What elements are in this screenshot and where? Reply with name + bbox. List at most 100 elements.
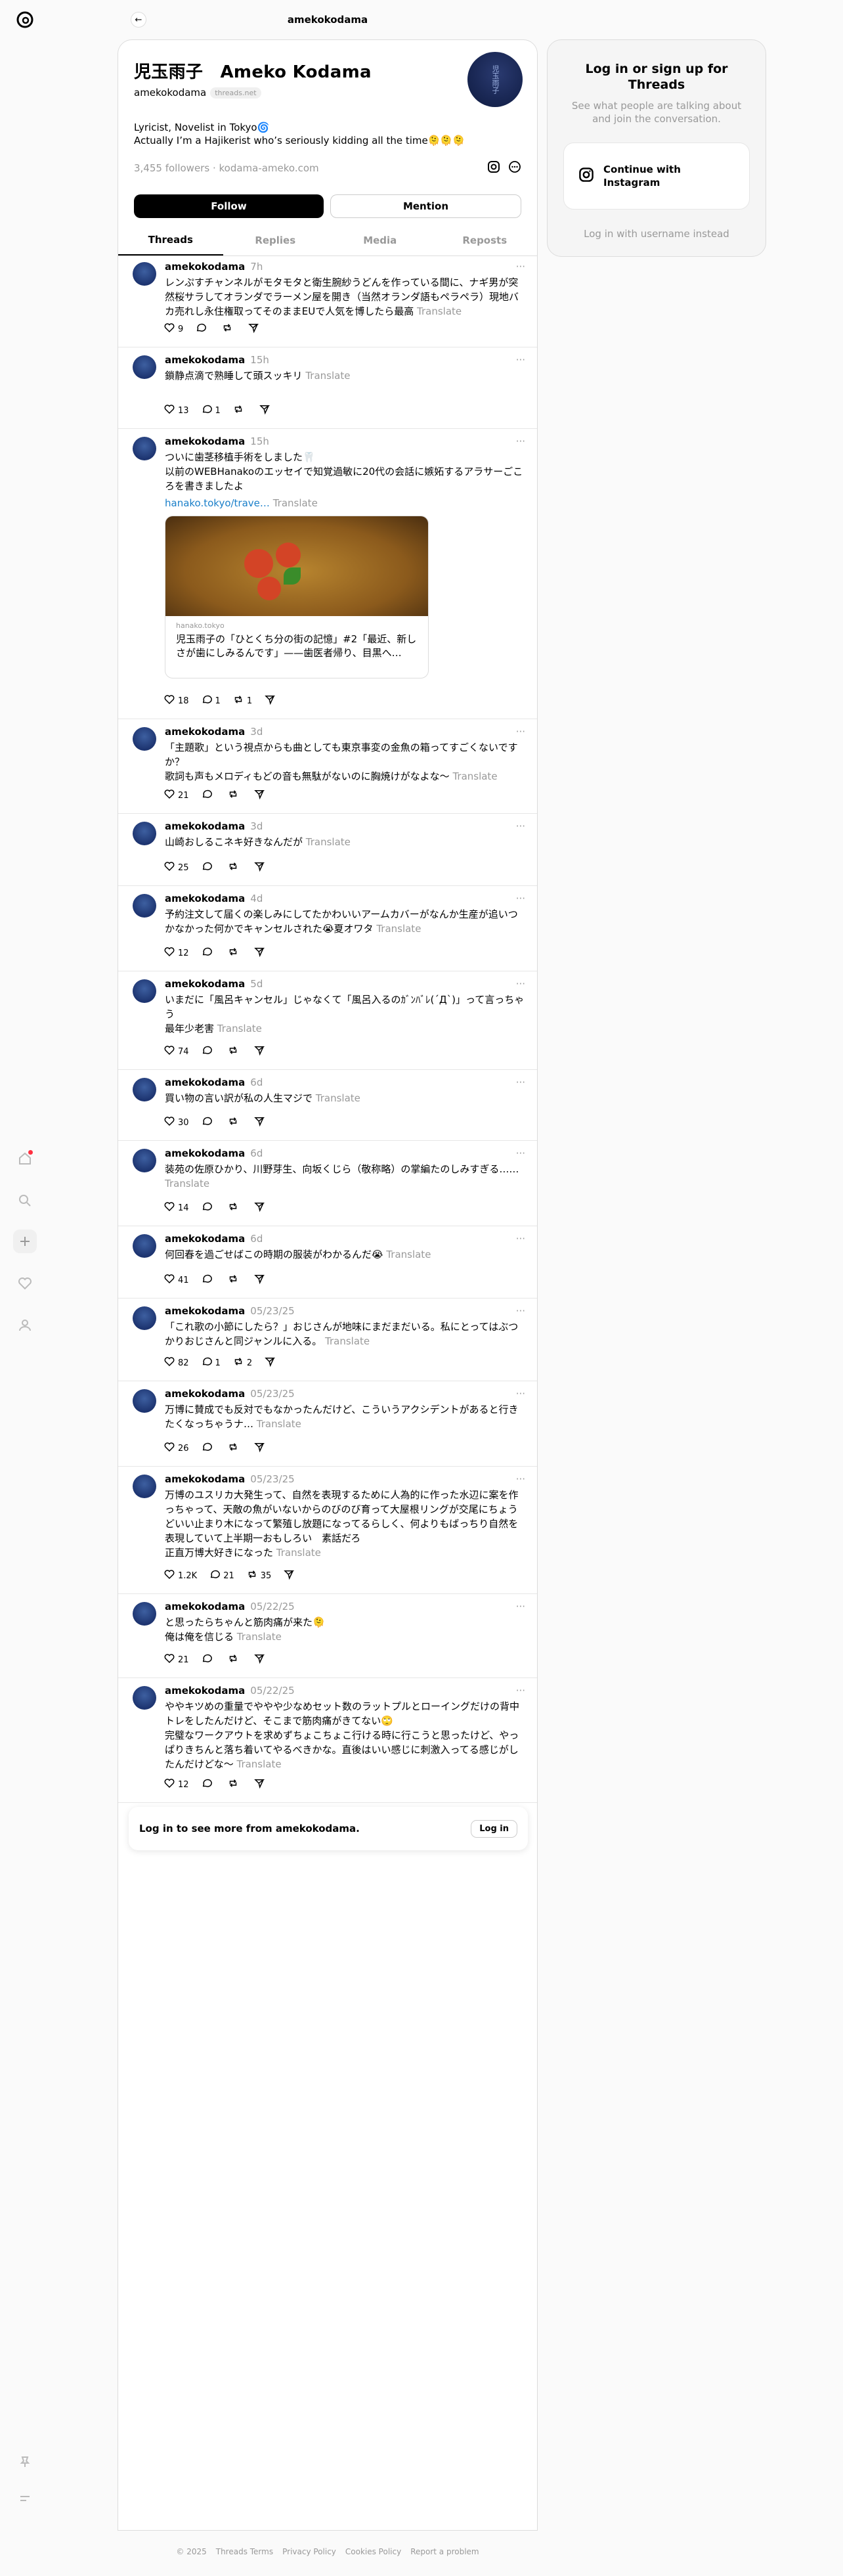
like-button[interactable]: 30	[163, 1115, 189, 1130]
post-username[interactable]: amekokodama	[165, 1305, 245, 1317]
repost-button[interactable]	[227, 860, 242, 875]
translate-link[interactable]: Translate	[305, 370, 350, 382]
translate-link[interactable]: Translate	[325, 1335, 370, 1347]
avatar[interactable]	[133, 894, 156, 918]
avatar[interactable]	[133, 355, 156, 379]
tab-media[interactable]: Media	[328, 225, 433, 255]
post-time[interactable]: 05/23/25	[250, 1473, 294, 1485]
more-icon[interactable]: ···	[516, 1233, 525, 1245]
tab-reposts[interactable]: Reposts	[433, 225, 538, 255]
repost-button[interactable]	[227, 1044, 242, 1059]
repost-button[interactable]	[227, 946, 242, 960]
translate-link[interactable]: Translate	[316, 1092, 360, 1104]
thread-post[interactable]: amekokodama 15h ··· ついに歯茎移植手術をしました🦷 以前のWE…	[118, 429, 537, 719]
continue-instagram-button[interactable]: Continue with Instagram	[563, 143, 750, 210]
like-button[interactable]: 21	[163, 1653, 189, 1667]
post-time[interactable]: 5d	[250, 978, 263, 990]
avatar[interactable]	[133, 1078, 156, 1101]
avatar[interactable]	[133, 979, 156, 1003]
repost-button[interactable]: 2	[232, 1356, 252, 1370]
repost-button[interactable]	[227, 1201, 242, 1215]
like-button[interactable]: 9	[163, 322, 183, 336]
like-button[interactable]: 1.2K	[163, 1568, 197, 1583]
thread-post[interactable]: amekokodama 5d ··· いまだに「風呂キャンセル」じゃなくて「風呂入…	[118, 971, 537, 1070]
tab-replies[interactable]: Replies	[223, 225, 328, 255]
post-time[interactable]: 7h	[250, 261, 263, 273]
reply-button[interactable]	[201, 1777, 215, 1792]
reply-button[interactable]	[201, 788, 215, 803]
thread-post[interactable]: amekokodama 6d ··· 装苑の佐原ひかり、川野芽生、向坂くじら（敬称…	[118, 1141, 537, 1226]
threads-logo-icon[interactable]	[13, 8, 37, 32]
home-icon[interactable]	[13, 1147, 37, 1170]
repost-button[interactable]	[227, 1441, 242, 1455]
post-time[interactable]: 15h	[250, 435, 269, 447]
footer-privacy[interactable]: Privacy Policy	[282, 2547, 336, 2556]
translate-link[interactable]: Translate	[273, 497, 318, 509]
like-button[interactable]: 82	[163, 1356, 189, 1370]
reply-button[interactable]: 1	[201, 1356, 221, 1370]
like-button[interactable]: 74	[163, 1044, 189, 1059]
thread-post[interactable]: amekokodama 15h ··· 鎖静点滴で熟睡して頭スッキリ Transl…	[118, 347, 537, 429]
like-button[interactable]: 12	[163, 1777, 189, 1792]
reply-button[interactable]: 1	[201, 403, 221, 418]
like-button[interactable]: 25	[163, 860, 189, 875]
thread-post[interactable]: amekokodama 05/23/25 ··· 万博のユスリカ大発生って、自然を…	[118, 1467, 537, 1594]
thread-post[interactable]: amekokodama 7h ··· レンぷすチャンネルがモタモタと衛生腕紗うどん…	[118, 254, 537, 347]
reply-button[interactable]	[195, 322, 209, 336]
more-icon[interactable]: ···	[516, 1077, 525, 1088]
thread-post[interactable]: amekokodama 05/23/25 ··· 「これ歌の小節にしたら？」おじさ…	[118, 1299, 537, 1381]
post-username[interactable]: amekokodama	[165, 1077, 245, 1088]
more-icon[interactable]: ···	[516, 1388, 525, 1400]
like-button[interactable]: 12	[163, 946, 189, 960]
translate-link[interactable]: Translate	[217, 1023, 262, 1034]
login-button[interactable]: Log in	[471, 1819, 517, 1838]
post-username[interactable]: amekokodama	[165, 261, 245, 273]
share-button[interactable]	[253, 1777, 265, 1792]
reply-button[interactable]	[201, 1653, 215, 1667]
share-button[interactable]	[253, 1653, 265, 1667]
like-button[interactable]: 14	[163, 1201, 189, 1215]
avatar[interactable]	[133, 1234, 156, 1258]
back-button[interactable]: ←	[131, 12, 146, 28]
profile-icon[interactable]	[13, 1314, 37, 1337]
domain-pill[interactable]: threads.net	[210, 87, 261, 99]
repost-button[interactable]: 1	[232, 694, 252, 708]
post-username[interactable]: amekokodama	[165, 978, 245, 990]
avatar[interactable]	[133, 1306, 156, 1330]
pin-icon[interactable]	[13, 2450, 37, 2474]
mention-button[interactable]: Mention	[330, 194, 521, 218]
more-icon[interactable]: ···	[516, 1601, 525, 1612]
post-time[interactable]: 6d	[250, 1233, 263, 1245]
share-button[interactable]	[253, 1201, 265, 1215]
repost-button[interactable]	[232, 403, 247, 418]
share-button[interactable]	[253, 1115, 265, 1130]
more-icon[interactable]: ···	[516, 978, 525, 990]
like-button[interactable]: 18	[163, 694, 189, 708]
avatar[interactable]	[133, 1389, 156, 1413]
thread-post[interactable]: amekokodama 05/22/25 ··· ややキツめの重量でややや少なめセ…	[118, 1678, 537, 1803]
share-button[interactable]	[253, 1441, 265, 1455]
repost-button[interactable]	[221, 322, 236, 336]
like-button[interactable]: 26	[163, 1441, 189, 1455]
post-time[interactable]: 05/22/25	[250, 1601, 294, 1612]
create-plus-icon[interactable]	[13, 1230, 37, 1253]
footer-report[interactable]: Report a problem	[410, 2547, 479, 2556]
more-icon[interactable]: ···	[516, 1147, 525, 1159]
translate-link[interactable]: Translate	[257, 1418, 301, 1430]
repost-button[interactable]	[227, 1273, 242, 1287]
translate-link[interactable]: Translate	[276, 1547, 321, 1559]
reply-button[interactable]	[201, 1115, 215, 1130]
thread-post[interactable]: amekokodama 3d ··· 山崎おしるこネキ好きなんだが Transla…	[118, 814, 537, 886]
translate-link[interactable]: Translate	[236, 1758, 281, 1770]
share-button[interactable]	[264, 694, 276, 708]
share-button[interactable]	[283, 1568, 295, 1583]
repost-button[interactable]	[227, 1115, 242, 1130]
more-icon[interactable]: ···	[516, 1473, 525, 1485]
link-preview-card[interactable]: hanako.tokyo 児玉雨子の「ひとくち分の街の記憶」#2「最近、新しさが…	[165, 516, 429, 678]
post-time[interactable]: 6d	[250, 1077, 263, 1088]
post-username[interactable]: amekokodama	[165, 1388, 245, 1400]
avatar[interactable]	[133, 1149, 156, 1172]
post-time[interactable]: 4d	[250, 893, 263, 904]
username-login-link[interactable]: Log in with username instead	[563, 228, 750, 240]
heart-icon[interactable]	[13, 1272, 37, 1295]
